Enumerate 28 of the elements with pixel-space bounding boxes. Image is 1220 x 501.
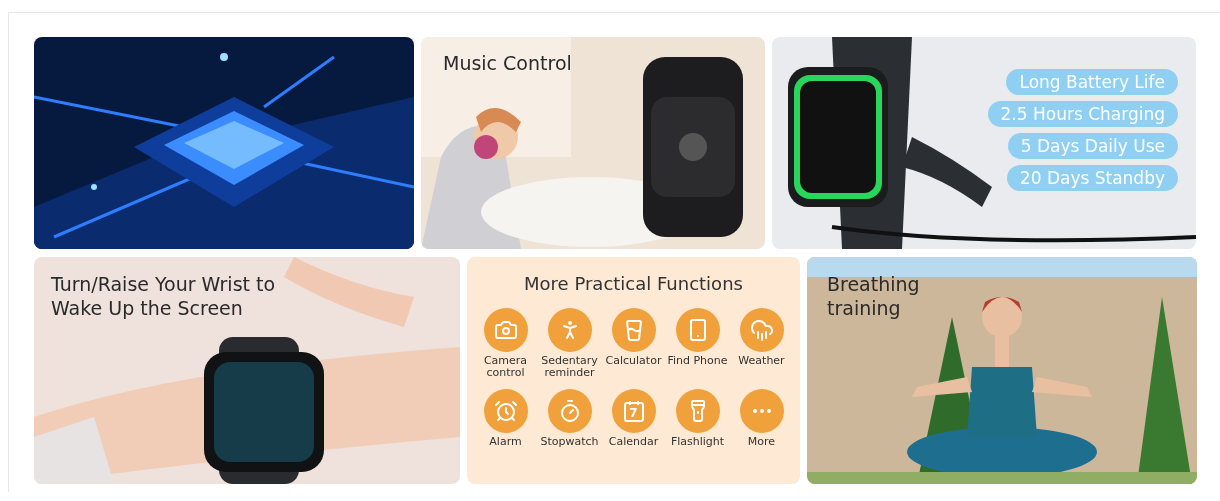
feature-badge: Long Battery Life	[1006, 69, 1178, 95]
stopwatch-icon[interactable]	[547, 389, 592, 433]
caption: Turn/Raise Your Wrist to Wake Up the Screen	[51, 272, 277, 320]
function-label: Weather	[737, 355, 786, 369]
function-label: Find Phone	[666, 355, 729, 369]
function-label: Calculator	[604, 355, 663, 369]
cloud-rain-icon[interactable]	[739, 308, 784, 352]
function-label: Camera control	[482, 355, 529, 381]
feature-badge: 5 Days Daily Use	[1007, 133, 1178, 159]
function-label: Calendar	[607, 436, 660, 450]
camera-icon[interactable]	[483, 308, 528, 352]
function-label: Sedentary reminder	[540, 355, 599, 381]
function-label: Flashlight	[669, 436, 726, 450]
phone-icon[interactable]	[675, 308, 720, 352]
panel-title: More Practical Functions	[524, 273, 743, 294]
more-icon[interactable]	[739, 389, 784, 433]
alarm-clock-icon[interactable]	[483, 389, 528, 433]
person-icon[interactable]	[547, 308, 592, 352]
calendar-icon[interactable]: 7	[611, 389, 656, 433]
flashlight-icon[interactable]	[675, 389, 720, 433]
feature-badge: 20 Days Standby	[1006, 165, 1178, 191]
function-label: Stopwatch	[539, 436, 600, 450]
function-label: More	[746, 436, 777, 450]
feature-badge: 2.5 Hours Charging	[987, 101, 1178, 127]
caption: Breathing training	[827, 272, 921, 320]
caption: Music Control	[443, 51, 573, 75]
function-label: Alarm	[488, 436, 523, 450]
cup-icon[interactable]	[611, 308, 656, 352]
